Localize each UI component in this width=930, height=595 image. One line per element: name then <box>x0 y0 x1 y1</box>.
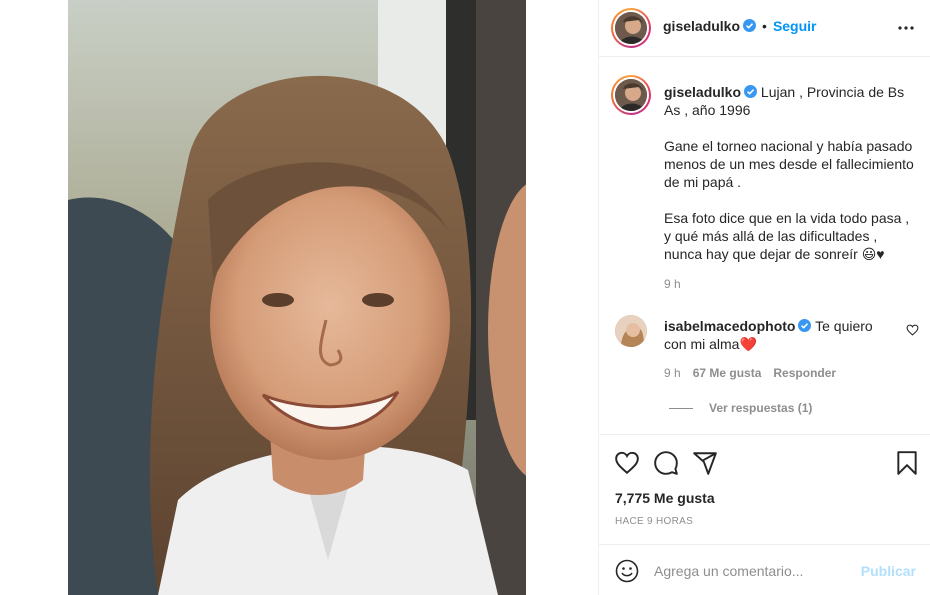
add-comment-bar: Publicar <box>599 546 930 595</box>
post-caption: giseladulko Lujan , Provincia de Bs As ,… <box>664 83 919 263</box>
post-photo[interactable] <box>68 0 526 595</box>
replies-divider <box>669 408 693 410</box>
publish-button[interactable]: Publicar <box>861 563 916 579</box>
caption-avatar-image <box>615 79 647 111</box>
share-icon[interactable] <box>692 450 718 476</box>
comment-likes[interactable]: 67 Me gusta <box>693 366 762 380</box>
commenter-username[interactable]: isabelmacedophoto <box>664 318 795 334</box>
caption-time[interactable]: 9 h <box>664 277 681 291</box>
post-actions: 7,775 Me gusta Hace 9 horas <box>599 435 930 545</box>
verified-badge-icon <box>798 319 812 332</box>
comment-like-heart-icon[interactable] <box>906 324 919 336</box>
emoji-icon[interactable] <box>615 559 639 583</box>
view-replies-label: Ver respuestas (1) <box>709 401 813 415</box>
author-avatar-image <box>615 12 647 44</box>
heart-icon[interactable] <box>614 450 640 476</box>
comment-body: isabelmacedophoto Te quiero con mi alma❤… <box>664 317 899 353</box>
header-line: giseladulko • Seguir <box>663 18 817 34</box>
reply-button[interactable]: Responder <box>773 366 836 380</box>
verified-badge-icon <box>744 85 758 98</box>
author-username[interactable]: giseladulko <box>663 18 740 34</box>
post-panel: giseladulko • Seguir giseladulko Lujan , P… <box>598 0 930 595</box>
commenter-avatar[interactable] <box>615 315 647 347</box>
comment-time[interactable]: 9 h <box>664 366 681 380</box>
commenter-avatar-image <box>615 315 647 347</box>
comment-input[interactable] <box>654 561 854 581</box>
verified-badge-icon <box>743 19 757 32</box>
caption-avatar[interactable] <box>611 75 651 115</box>
comment-meta: 9 h 67 Me gusta Responder <box>664 366 848 380</box>
caption-username[interactable]: giseladulko <box>664 84 741 100</box>
follow-button[interactable]: Seguir <box>773 18 817 34</box>
comment-icon[interactable] <box>653 450 679 476</box>
likes-count[interactable]: 7,775 Me gusta <box>615 490 715 506</box>
caption-paragraph-1: Gane el torneo nacional y había pasado m… <box>664 138 914 190</box>
view-replies-button[interactable]: Ver respuestas (1) <box>669 401 812 415</box>
post-age[interactable]: Hace 9 horas <box>615 516 693 527</box>
post-header: giseladulko • Seguir <box>599 0 930 57</box>
header-separator: • <box>762 18 767 34</box>
more-horizontal-icon[interactable] <box>897 20 915 36</box>
caption-paragraph-2: Esa foto dice que en la vida todo pasa ,… <box>664 210 910 262</box>
post-photo-image <box>68 0 526 595</box>
bookmark-icon[interactable] <box>894 450 920 476</box>
author-avatar[interactable] <box>611 8 651 48</box>
comments-section: giseladulko Lujan , Provincia de Bs As ,… <box>599 57 930 435</box>
photo-area <box>0 0 598 595</box>
